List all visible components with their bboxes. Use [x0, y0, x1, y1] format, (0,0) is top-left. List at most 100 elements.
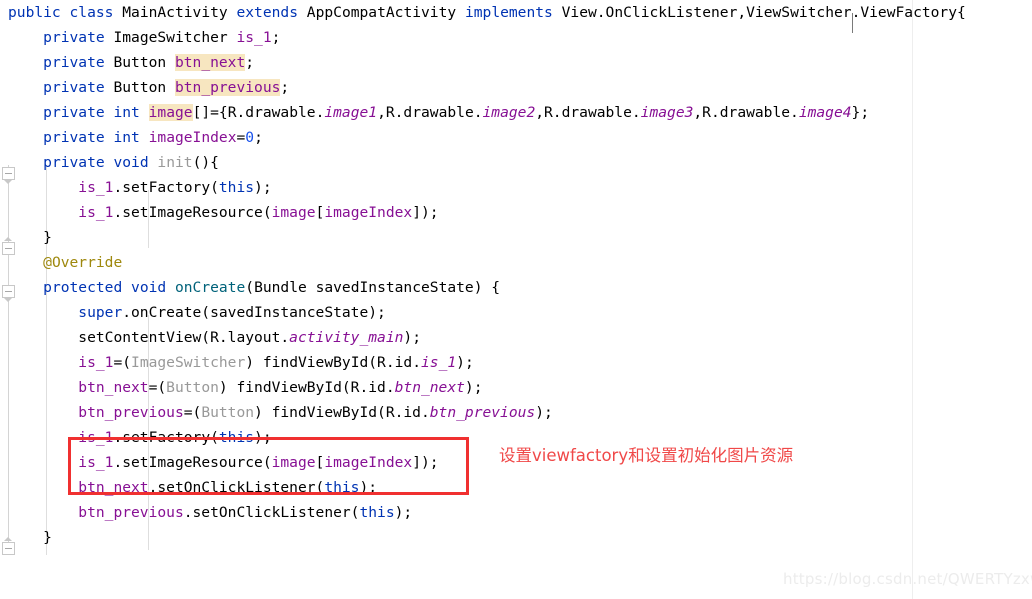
- code-line[interactable]: public class MainActivity extends AppCom…: [0, 0, 1032, 25]
- code-token: );: [394, 504, 413, 521]
- code-token: =(: [113, 354, 132, 371]
- code-token: private: [43, 54, 105, 71]
- code-token: btn_previous: [429, 404, 536, 421]
- red-highlight-box: [68, 437, 469, 495]
- code-token: btn_next: [174, 54, 246, 71]
- code-token: image4: [798, 104, 852, 121]
- code-line[interactable]: btn_previous=(Button) findViewById(R.id.…: [0, 400, 1032, 425]
- code-token: MainActivity: [122, 4, 228, 21]
- code-token: );: [535, 404, 553, 421]
- code-token: int: [113, 104, 140, 121]
- code-token: this: [218, 179, 255, 196]
- code-token: .setImageResource(: [113, 204, 272, 221]
- code-token: View.OnClickListener,ViewSwitcher.ViewFa…: [552, 4, 966, 21]
- code-token: is_1: [78, 354, 114, 371]
- code-token: this: [359, 504, 395, 521]
- code-line[interactable]: private int imageIndex=0;: [0, 125, 1032, 150]
- code-token: image2: [482, 104, 536, 121]
- code-token: implements: [464, 4, 553, 21]
- chinese-annotation-label: 设置viewfactory和设置初始化图片资源: [499, 446, 794, 465]
- code-token: btn_previous: [78, 404, 184, 421]
- code-token: btn_previous: [78, 504, 184, 521]
- code-editor-canvas: public class MainActivity extends AppCom…: [0, 0, 1032, 599]
- code-line[interactable]: private int image[]={R.drawable.image1,R…: [0, 100, 1032, 125]
- code-token: btn_next: [78, 379, 149, 396]
- code-token: ;: [280, 79, 290, 96]
- code-token: 0: [245, 129, 255, 146]
- code-line[interactable]: }: [0, 225, 1032, 250]
- code-token: is_1: [78, 179, 114, 196]
- text-caret: [852, 13, 853, 33]
- code-token: ImageSwitcher: [131, 354, 246, 371]
- code-line[interactable]: protected void onCreate(Bundle savedInst…: [0, 275, 1032, 300]
- code-line[interactable]: btn_previous.setOnClickListener(this);: [0, 500, 1032, 525]
- code-token: }: [43, 529, 52, 546]
- code-token: ImageSwitcher: [104, 29, 237, 46]
- code-token: (Bundle savedInstanceState) {: [245, 279, 501, 296]
- code-token: onCreate: [174, 279, 246, 296]
- code-token: public: [8, 4, 61, 21]
- code-token: []={R.drawable.: [192, 104, 325, 121]
- code-line[interactable]: is_1=(ImageSwitcher) findViewById(R.id.i…: [0, 350, 1032, 375]
- code-token: );: [456, 354, 474, 371]
- code-token: void: [131, 279, 167, 296]
- code-token: ,R.drawable.: [377, 104, 483, 121]
- code-token: image1: [324, 104, 378, 121]
- code-token: .setFactory(: [113, 179, 219, 196]
- code-token: Button: [104, 79, 175, 96]
- code-line[interactable]: is_1.setImageResource(image[imageIndex])…: [0, 200, 1032, 225]
- code-token: is_1: [421, 354, 457, 371]
- code-token: ) findViewById(R.id.: [218, 379, 395, 396]
- code-token: super: [78, 304, 123, 321]
- code-token: =(: [183, 404, 202, 421]
- code-token: Button: [166, 379, 219, 396]
- code-token: imageIndex: [324, 204, 413, 221]
- code-line[interactable]: super.onCreate(savedInstanceState);: [0, 300, 1032, 325]
- code-token: };: [851, 104, 870, 121]
- code-token: private: [43, 29, 105, 46]
- code-token: image3: [640, 104, 694, 121]
- code-token: Button: [201, 404, 255, 421]
- code-token: Button: [104, 54, 175, 71]
- code-token: private: [43, 154, 105, 171]
- code-token: ) findViewById(R.id.: [245, 354, 421, 371]
- code-line[interactable]: }: [0, 525, 1032, 550]
- code-token: );: [464, 379, 483, 396]
- code-token: ,R.drawable.: [535, 104, 641, 121]
- code-line[interactable]: private Button btn_previous;: [0, 75, 1032, 100]
- code-token: ;: [254, 129, 263, 146]
- code-line[interactable]: private void init(){: [0, 150, 1032, 175]
- code-token: activity_main: [289, 329, 404, 346]
- code-token: (){: [192, 154, 219, 171]
- code-token: ]);: [412, 204, 439, 221]
- code-line[interactable]: setContentView(R.layout.activity_main);: [0, 325, 1032, 350]
- code-line[interactable]: private Button btn_next;: [0, 50, 1032, 75]
- code-token: }: [43, 229, 52, 246]
- code-token: private: [43, 79, 105, 96]
- code-line[interactable]: btn_next=(Button) findViewById(R.id.btn_…: [0, 375, 1032, 400]
- code-line[interactable]: private ImageSwitcher is_1;: [0, 25, 1032, 50]
- code-line[interactable]: @Override: [0, 250, 1032, 275]
- code-token: =(: [148, 379, 167, 396]
- code-line[interactable]: is_1.setFactory(this);: [0, 175, 1032, 200]
